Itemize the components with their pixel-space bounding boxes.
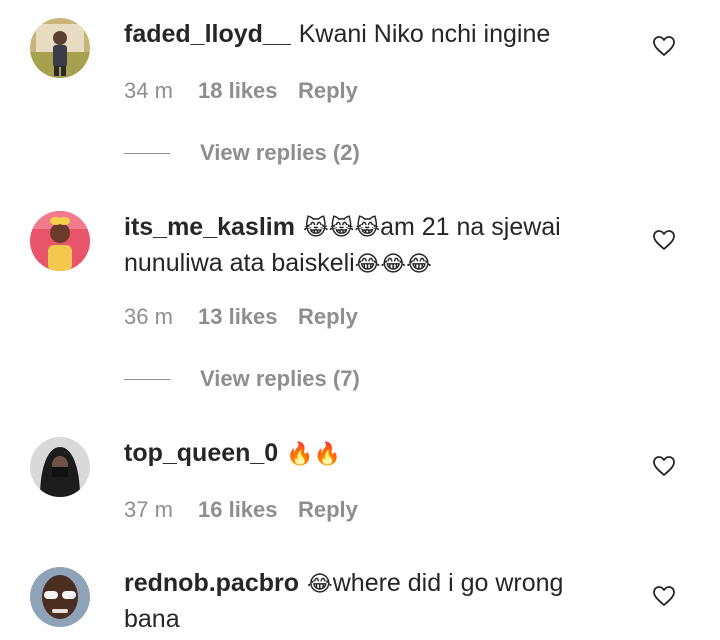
comment-body: rednob.pacbro 😂where did i go wrong bana: [124, 566, 624, 636]
comment-emoji: 😂😂😂: [354, 252, 432, 277]
heart-outline-icon[interactable]: [652, 34, 676, 58]
view-replies-label: View replies (7): [200, 366, 360, 391]
divider-line: [124, 378, 170, 380]
comment-username[interactable]: rednob.pacbro: [124, 569, 299, 597]
avatar[interactable]: [30, 437, 90, 497]
comment-meta: 37 m 16 likes Reply: [124, 497, 358, 523]
reply-button[interactable]: Reply: [298, 78, 358, 104]
comment-emoji-lead: 😹😹😹: [302, 216, 381, 241]
avatar[interactable]: [30, 18, 90, 78]
comment-username[interactable]: faded_lloyd__: [124, 20, 291, 48]
avatar-photo: [30, 18, 90, 78]
comment-likes[interactable]: 13 likes: [198, 304, 298, 330]
avatar[interactable]: [30, 211, 90, 271]
comment-likes[interactable]: 16 likes: [198, 497, 298, 523]
avatar-photo: [30, 567, 90, 627]
reply-button[interactable]: Reply: [298, 304, 358, 330]
comment-likes[interactable]: 18 likes: [198, 78, 298, 104]
comment-body: top_queen_0 🔥🔥: [124, 436, 624, 472]
avatar-photo: [30, 437, 90, 497]
comment-time: 36 m: [124, 304, 173, 329]
reply-button[interactable]: Reply: [298, 497, 358, 523]
comment-body: faded_lloyd__ Kwani Niko nchi ingine: [124, 17, 624, 51]
comment-username[interactable]: top_queen_0: [124, 439, 278, 467]
comment-emoji-lead: 😂: [307, 572, 333, 597]
comment-meta: 34 m 18 likes Reply: [124, 78, 358, 104]
comment-time: 34 m: [124, 78, 173, 103]
avatar[interactable]: [30, 567, 90, 627]
comment-meta: 36 m 13 likes Reply: [124, 304, 358, 330]
avatar-photo: [30, 211, 90, 271]
heart-outline-icon[interactable]: [652, 584, 676, 608]
view-replies-label: View replies (2): [200, 140, 360, 165]
comment-emoji: 🔥🔥: [286, 442, 341, 467]
heart-outline-icon[interactable]: [652, 454, 676, 478]
heart-outline-icon[interactable]: [652, 228, 676, 252]
view-replies-button[interactable]: View replies (2): [124, 140, 360, 166]
view-replies-button[interactable]: View replies (7): [124, 366, 360, 392]
comment-text: Kwani Niko nchi ingine: [298, 20, 551, 48]
comment-time: 37 m: [124, 497, 173, 522]
divider-line: [124, 152, 170, 154]
comment-body: its_me_kaslim 😹😹😹am 21 na sjewai nunuliwa…: [124, 210, 624, 282]
comment-username[interactable]: its_me_kaslim: [124, 213, 295, 241]
